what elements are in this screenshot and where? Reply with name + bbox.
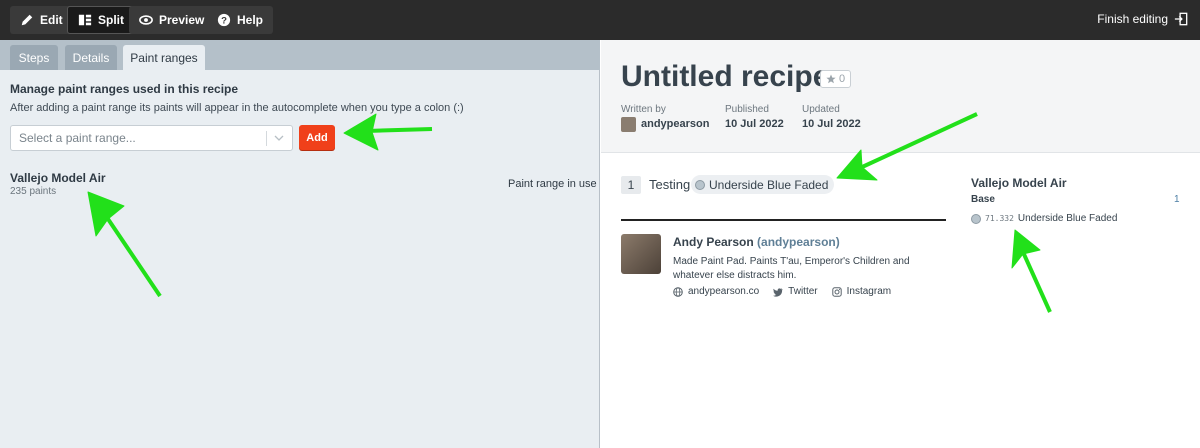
author-bio: Made Paint Pad. Paints T'au, Emperor's C… <box>673 256 910 281</box>
star-button[interactable]: 0 <box>820 70 851 88</box>
finish-editing-label: Finish editing <box>1097 12 1168 26</box>
svg-text:?: ? <box>221 16 227 27</box>
tab-paint-ranges[interactable]: Paint ranges <box>123 45 205 70</box>
updated-date: 10 Jul 2022 <box>802 118 861 130</box>
top-toolbar: Edit Split Preview ? Help Finish editing <box>0 0 1200 40</box>
paint-range-select[interactable]: Select a paint range... <box>10 125 293 151</box>
paint-range-name: Vallejo Model Air <box>10 171 106 185</box>
author-links: andypearson.co Twitter Instagram <box>673 286 891 297</box>
website-link-label: andypearson.co <box>688 286 760 297</box>
paint-range-count: 235 paints <box>10 186 57 197</box>
author-avatar-small <box>621 117 636 132</box>
author-handle-link[interactable]: (andypearson) <box>757 235 840 249</box>
instagram-icon <box>831 286 842 297</box>
paint-range-status: Paint range in use <box>508 178 597 190</box>
add-paint-range-button[interactable]: Add <box>299 125 335 150</box>
paint-list-name: Underside Blue Faded <box>1017 213 1118 224</box>
recipe-header: Untitled recipe 0 Written by andypearson… <box>601 40 1200 153</box>
edit-button[interactable]: Edit <box>10 6 73 34</box>
star-count: 0 <box>838 73 846 85</box>
edit-button-label: Edit <box>40 13 63 27</box>
author-avatar <box>621 234 661 274</box>
written-by-label: Written by <box>621 104 666 115</box>
paint-ranges-heading: Manage paint ranges used in this recipe <box>10 82 239 96</box>
exit-icon <box>1174 12 1188 26</box>
paint-range-select-placeholder: Select a paint range... <box>19 131 136 145</box>
tab-paint-ranges-label: Paint ranges <box>130 50 198 65</box>
chevron-down-icon[interactable] <box>274 132 284 144</box>
paint-chip[interactable]: Underside Blue Faded <box>691 175 835 194</box>
preview-pane: Untitled recipe 0 Written by andypearson… <box>601 40 1200 448</box>
recipe-title: Untitled recipe <box>621 60 830 93</box>
finish-editing-button[interactable]: Finish editing <box>1097 12 1188 26</box>
paint-list-group-count: 1 <box>1174 194 1180 205</box>
section-divider <box>621 219 946 221</box>
instagram-link[interactable]: Instagram <box>831 286 892 297</box>
step-text: Testing <box>649 177 691 192</box>
help-button[interactable]: ? Help <box>207 6 274 34</box>
pencil-icon <box>21 14 33 26</box>
star-icon <box>826 74 836 84</box>
preview-button-label: Preview <box>159 13 205 27</box>
author-full-name: Andy Pearson <box>673 235 754 249</box>
twitter-link-label: Twitter <box>788 286 818 297</box>
tab-steps-label: Steps <box>18 50 50 65</box>
paint-list-range: Vallejo Model Air <box>971 176 1067 190</box>
select-separator <box>266 131 267 146</box>
paint-list-item[interactable]: 71.332 Underside Blue Faded <box>971 213 1117 224</box>
paint-list-swatch <box>971 213 981 224</box>
paint-ranges-description: After adding a paint range its paints wi… <box>10 102 464 114</box>
split-button[interactable]: Split <box>67 6 135 34</box>
paint-chip-label: Underside Blue Faded <box>709 177 829 192</box>
editor-pane: Steps Details Paint ranges Manage paint … <box>0 40 600 448</box>
paint-list-group: Base <box>971 194 995 205</box>
instagram-link-label: Instagram <box>846 286 892 297</box>
tab-details-label: Details <box>72 50 110 65</box>
step-number: 1 <box>621 176 641 194</box>
split-button-label: Split <box>98 13 124 27</box>
tab-details[interactable]: Details <box>65 45 117 70</box>
updated-label: Updated <box>802 104 840 115</box>
website-link[interactable]: andypearson.co <box>673 286 759 297</box>
help-button-label: Help <box>237 13 264 27</box>
help-icon: ? <box>217 13 231 27</box>
published-date: 10 Jul 2022 <box>725 118 784 130</box>
paint-code: 71.332 <box>985 214 1014 223</box>
published-label: Published <box>725 104 769 115</box>
paint-swatch <box>695 179 705 190</box>
twitter-icon <box>773 287 783 297</box>
split-icon <box>78 14 92 26</box>
twitter-link[interactable]: Twitter <box>773 286 818 297</box>
editor-tabs: Steps Details Paint ranges <box>0 40 600 70</box>
preview-button[interactable]: Preview <box>129 6 215 34</box>
globe-icon <box>673 286 683 297</box>
author-link[interactable]: andypearson <box>641 118 709 130</box>
eye-icon <box>139 15 153 25</box>
tab-steps[interactable]: Steps <box>10 45 58 70</box>
author-card-name: Andy Pearson (andypearson) <box>673 235 840 249</box>
